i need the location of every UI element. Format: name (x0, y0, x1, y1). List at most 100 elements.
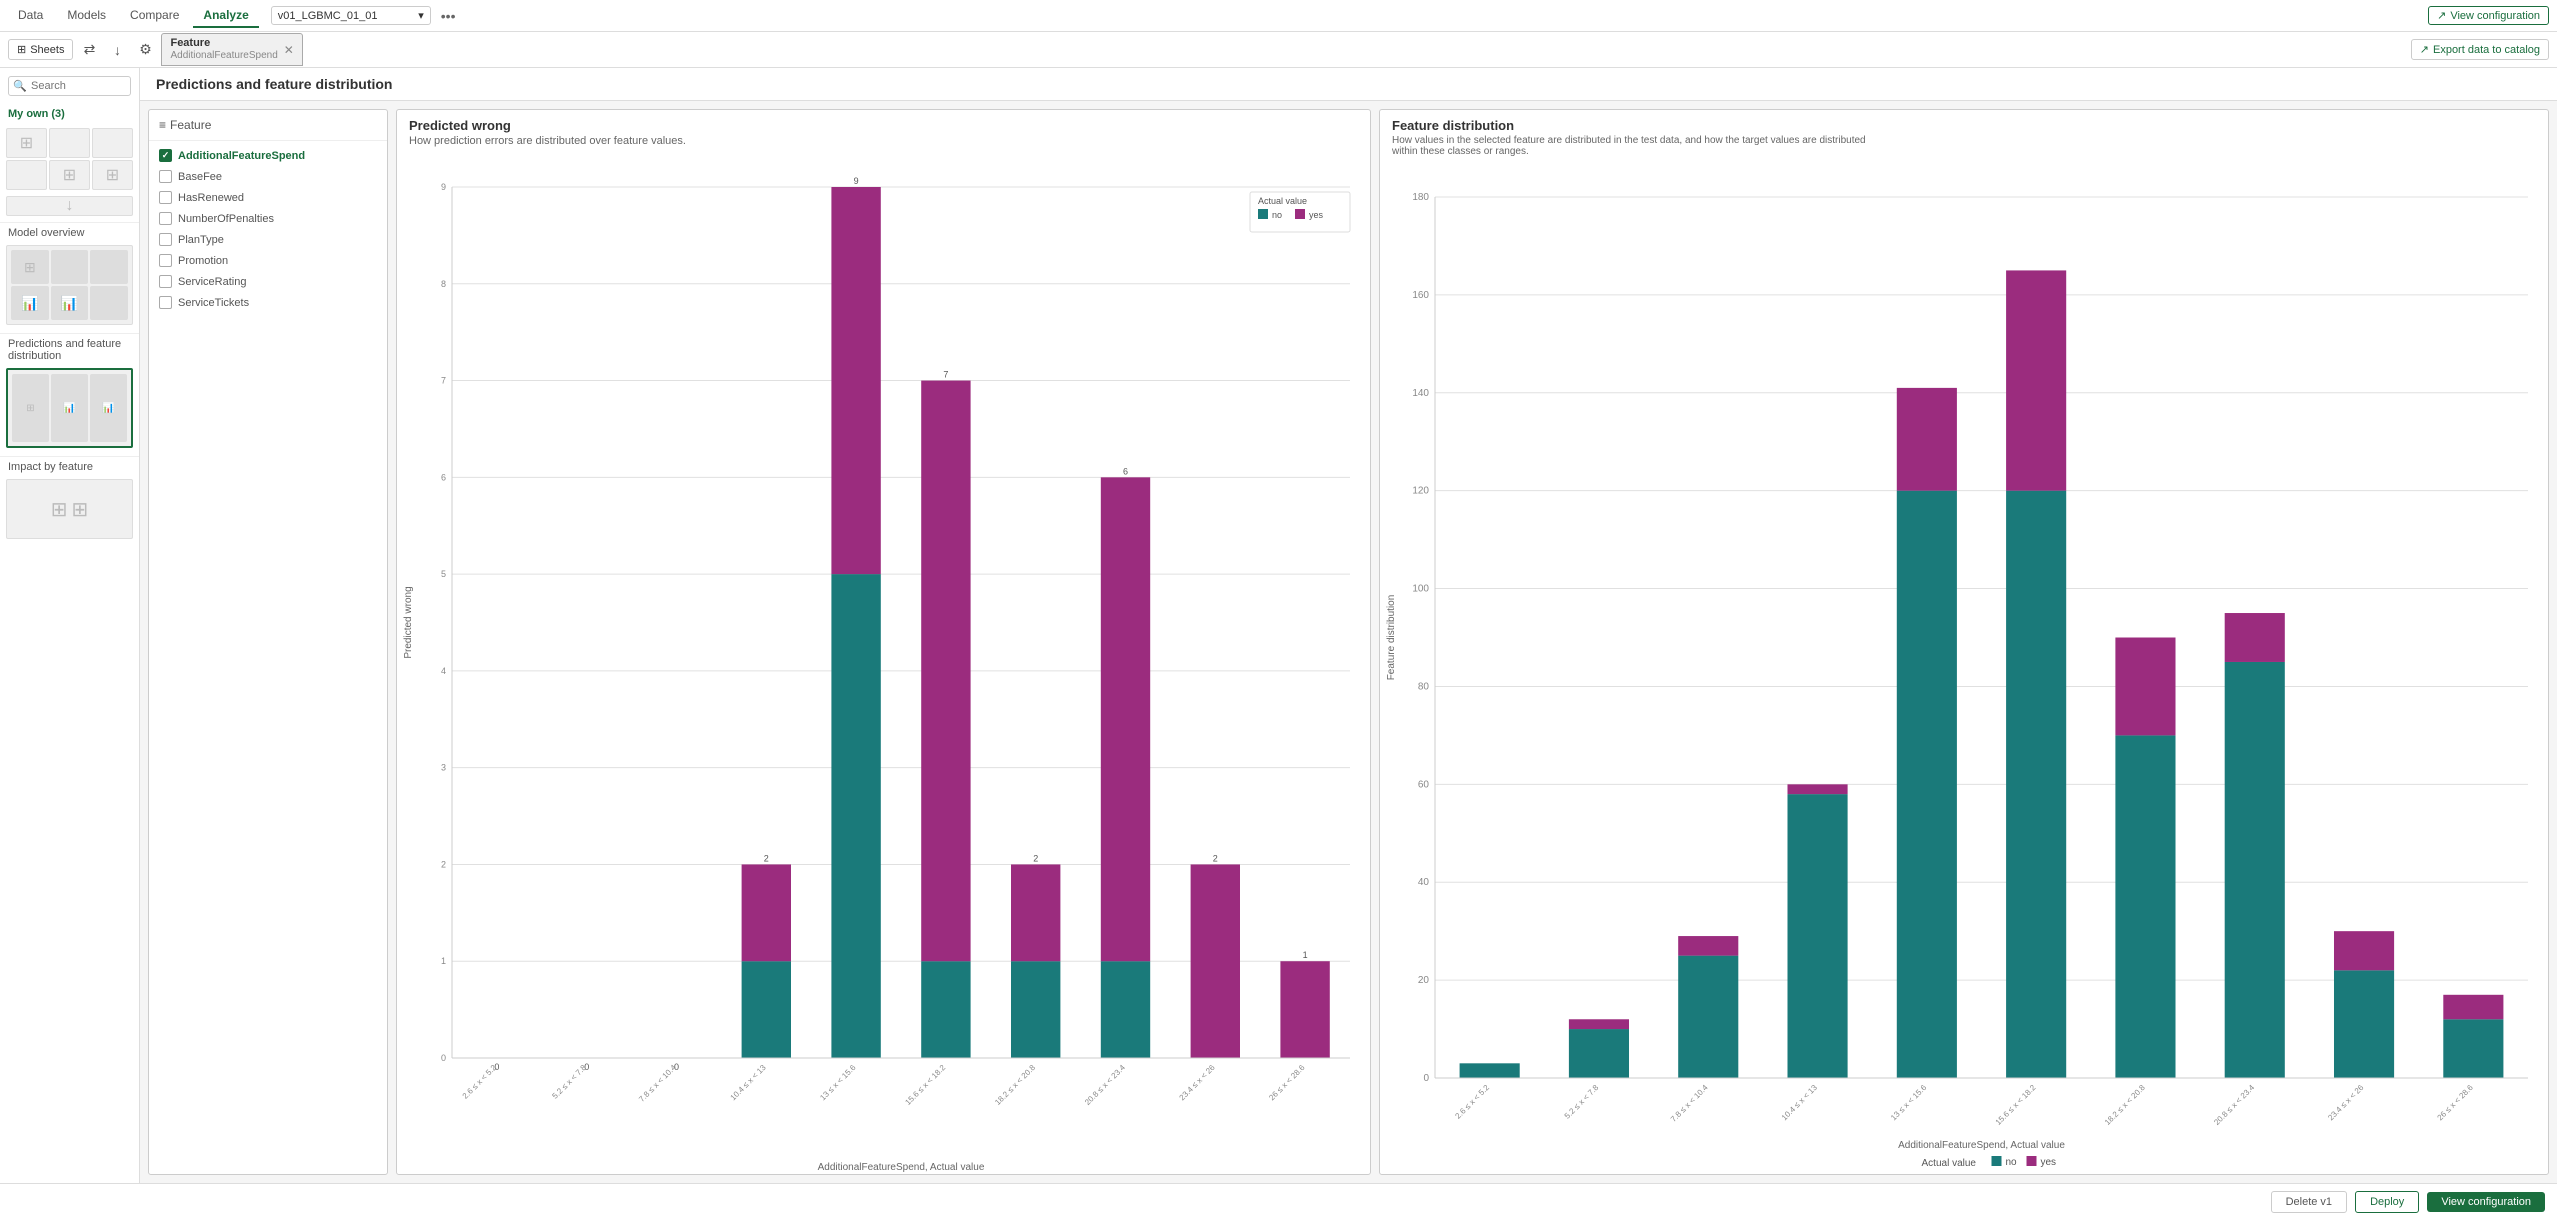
feature-label: ServiceRating (178, 276, 246, 288)
svg-text:2.6 ≤ x < 5.2: 2.6 ≤ x < 5.2 (461, 1063, 499, 1101)
svg-text:13 ≤ x < 15.6: 13 ≤ x < 15.6 (818, 1063, 858, 1103)
feature-list-title: Feature (170, 118, 211, 132)
deploy-button[interactable]: Deploy (2355, 1191, 2419, 1213)
svg-text:Predicted wrong: Predicted wrong (403, 586, 414, 658)
export-label: Export data to catalog (2433, 44, 2540, 56)
my-own-label[interactable]: My own (3) (0, 104, 139, 124)
svg-text:6: 6 (441, 472, 446, 482)
svg-text:20: 20 (1418, 975, 1430, 986)
more-button[interactable]: ••• (435, 6, 462, 26)
thumb-6[interactable]: ⊞ (92, 160, 133, 190)
thumb-1[interactable]: ⊞ (6, 128, 47, 158)
toolbar-icon-1[interactable]: ⇄ (77, 38, 101, 62)
svg-text:7: 7 (441, 376, 446, 386)
feature-label: PlanType (178, 234, 224, 246)
grid-icon: ⊞ (17, 43, 26, 56)
feature-distribution-subtitle: How values in the selected feature are d… (1380, 135, 1880, 163)
version-label: v01_LGBMC_01_01 (278, 10, 378, 22)
feature-checkbox (159, 212, 172, 225)
toolbar-icon-2[interactable]: ↓ (105, 38, 129, 62)
svg-text:9: 9 (441, 182, 446, 192)
version-dropdown[interactable]: v01_LGBMC_01_01 ▾ (271, 6, 431, 25)
nav-analyze[interactable]: Analyze (193, 4, 258, 28)
bottom-bar: Delete v1 Deploy View configuration (0, 1183, 2557, 1219)
view-config-button[interactable]: View configuration (2427, 1192, 2545, 1212)
nav-compare[interactable]: Compare (120, 4, 189, 28)
feature-list-header: ≡ Feature (149, 110, 387, 141)
thumb-arrow[interactable]: ↓ (6, 196, 133, 216)
svg-text:2.6 ≤ x < 5.2: 2.6 ≤ x < 5.2 (1453, 1083, 1491, 1121)
model-overview-label: Model overview (0, 222, 139, 241)
impact-thumb[interactable]: ⊞ ⊞ (6, 479, 133, 539)
feature-label: NumberOfPenalties (178, 213, 274, 225)
feature-item[interactable]: BaseFee (149, 166, 387, 187)
svg-text:15.6 ≤ x < 18.2: 15.6 ≤ x < 18.2 (1994, 1083, 2038, 1127)
left-sidebar: 🔍 My own (3) ⊞ ⊞ ⊞ ↓ Model overview ⊞ 📊 … (0, 68, 140, 1183)
svg-text:20.8 ≤ x < 23.4: 20.8 ≤ x < 23.4 (2212, 1083, 2256, 1127)
main-area: 🔍 My own (3) ⊞ ⊞ ⊞ ↓ Model overview ⊞ 📊 … (0, 68, 2557, 1183)
svg-text:yes: yes (1309, 210, 1324, 220)
feature-item[interactable]: ServiceRating (149, 271, 387, 292)
predictions-thumb[interactable]: ⊞ 📊 📊 (6, 368, 133, 448)
svg-text:18.2 ≤ x < 20.8: 18.2 ≤ x < 20.8 (993, 1063, 1037, 1107)
svg-text:18.2 ≤ x < 20.8: 18.2 ≤ x < 20.8 (2103, 1083, 2147, 1127)
svg-text:23.4 ≤ x < 26: 23.4 ≤ x < 26 (1178, 1063, 1218, 1103)
feature-label: AdditionalFeatureSpend (178, 150, 305, 162)
svg-text:20.8 ≤ x < 23.4: 20.8 ≤ x < 23.4 (1083, 1063, 1127, 1107)
svg-text:0: 0 (1423, 1073, 1429, 1084)
feature-item[interactable]: ServiceTickets (149, 292, 387, 313)
thumb-2[interactable] (49, 128, 90, 158)
feature-distribution-chart: 0204060801001201401601802.6 ≤ x < 5.25.2… (1380, 163, 2548, 1178)
svg-text:7.8 ≤ x < 10.4: 7.8 ≤ x < 10.4 (637, 1063, 678, 1104)
thumb-4[interactable] (6, 160, 47, 190)
content-area: Feature Predictions and feature distribu… (140, 68, 2557, 1183)
feature-checkbox (159, 170, 172, 183)
svg-text:no: no (2006, 1157, 2018, 1168)
predicted-wrong-panel: Predicted wrong How prediction errors ar… (396, 109, 1371, 1175)
feature-item[interactable]: ✓AdditionalFeatureSpend (149, 145, 387, 166)
svg-text:7: 7 (943, 370, 948, 380)
nav-models[interactable]: Models (57, 4, 116, 28)
feature-item[interactable]: HasRenewed (149, 187, 387, 208)
nav-data[interactable]: Data (8, 4, 53, 28)
feature-tab[interactable]: Feature AdditionalFeatureSpend ✕ (161, 33, 302, 66)
model-overview-thumb[interactable]: ⊞ 📊 📊 (6, 245, 133, 325)
view-config-top-label: View configuration (2450, 10, 2540, 22)
delete-button[interactable]: Delete v1 (2271, 1191, 2347, 1213)
svg-text:Actual value: Actual value (1258, 196, 1307, 206)
feature-item[interactable]: Promotion (149, 250, 387, 271)
thumb-3[interactable] (92, 128, 133, 158)
svg-text:Actual value: Actual value (1922, 1158, 1977, 1169)
search-container: 🔍 (8, 76, 131, 96)
svg-text:yes: yes (2041, 1157, 2057, 1168)
svg-text:140: 140 (1412, 388, 1429, 399)
view-config-top-button[interactable]: ↗ View configuration (2428, 6, 2549, 25)
svg-text:2: 2 (1213, 853, 1218, 863)
feature-label: Promotion (178, 255, 228, 267)
feature-label: HasRenewed (178, 192, 244, 204)
filter-icon: ≡ (159, 118, 166, 132)
feature-distribution-title: Feature distribution (1380, 110, 2548, 135)
feature-item[interactable]: NumberOfPenalties (149, 208, 387, 229)
svg-text:AdditionalFeatureSpend, Actual: AdditionalFeatureSpend, Actual value (1898, 1140, 2065, 1151)
charts-area: ≡ Feature ✓AdditionalFeatureSpendBaseFee… (140, 101, 2557, 1183)
svg-text:5.2 ≤ x < 7.8: 5.2 ≤ x < 7.8 (1563, 1083, 1601, 1121)
feature-item[interactable]: PlanType (149, 229, 387, 250)
svg-text:1: 1 (441, 956, 446, 966)
close-icon[interactable]: ✕ (284, 43, 294, 57)
thumb-5[interactable]: ⊞ (49, 160, 90, 190)
svg-text:26 ≤ x < 28.6: 26 ≤ x < 28.6 (1267, 1063, 1307, 1103)
svg-text:23.4 ≤ x < 26: 23.4 ≤ x < 26 (2326, 1083, 2366, 1123)
svg-text:no: no (1272, 210, 1282, 220)
predicted-wrong-subtitle: How prediction errors are distributed ov… (397, 135, 1370, 153)
sheets-button[interactable]: ⊞ Sheets (8, 39, 73, 60)
feature-items: ✓AdditionalFeatureSpendBaseFee HasRenewed… (149, 141, 387, 1174)
feature-list-panel: ≡ Feature ✓AdditionalFeatureSpendBaseFee… (148, 109, 388, 1175)
export-icon: ↗ (2420, 43, 2429, 56)
feature-checkbox (159, 296, 172, 309)
toolbar-icon-3[interactable]: ⚙ (133, 38, 157, 62)
svg-text:6: 6 (1123, 466, 1128, 476)
svg-text:AdditionalFeatureSpend, Actual: AdditionalFeatureSpend, Actual value (818, 1162, 985, 1173)
export-button[interactable]: ↗ Export data to catalog (2411, 39, 2549, 60)
svg-text:40: 40 (1418, 877, 1430, 888)
